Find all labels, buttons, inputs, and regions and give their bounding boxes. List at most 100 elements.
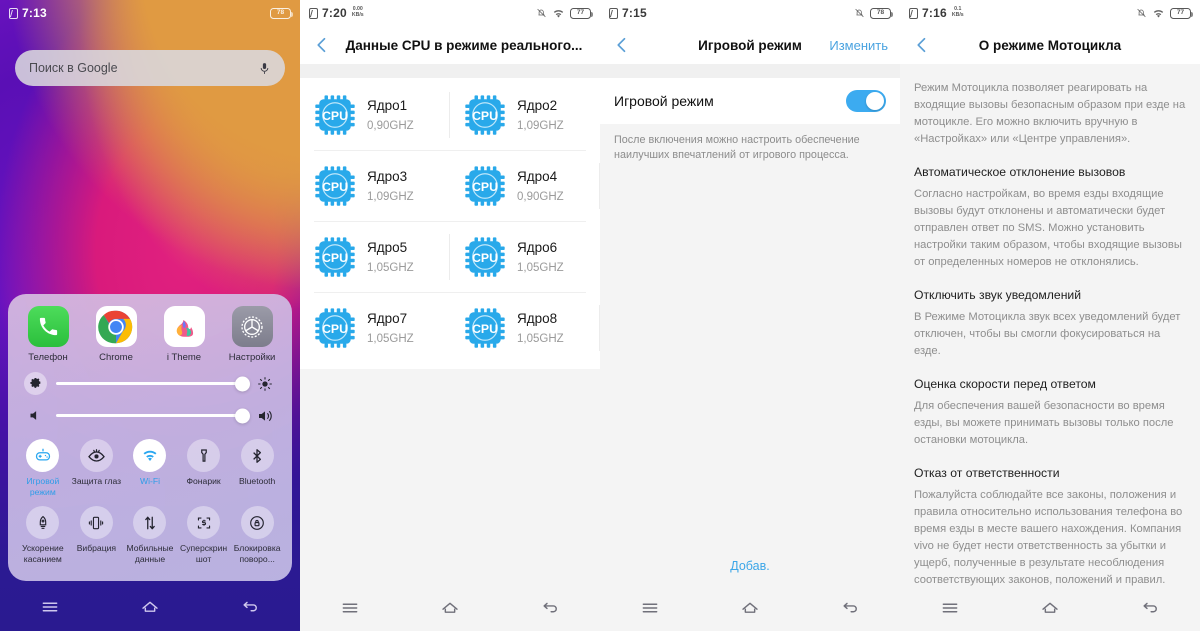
notifications-muted-icon (1136, 7, 1147, 19)
volume-slider-track[interactable] (56, 408, 250, 423)
cpu-core-item: CPU Ядро2 1,09GHZ (450, 80, 600, 150)
back-icon[interactable] (1140, 598, 1160, 623)
tile-label: Вибрация (76, 543, 117, 553)
cpu-core-text: Ядро3 1,09GHZ (367, 169, 414, 203)
cpu-core-text: Ядро5 1,05GHZ (367, 240, 414, 274)
back-icon[interactable] (840, 598, 860, 623)
add-button[interactable]: Добав. (600, 547, 900, 589)
tile-flashlight[interactable]: Фонарик (177, 439, 231, 497)
section-heading: Отказ от ответственности (914, 466, 1060, 480)
back-icon[interactable] (240, 597, 260, 622)
back-chevron-icon[interactable] (912, 35, 932, 55)
tile-label: Фонарик (186, 476, 221, 486)
motorcycle-sections: Автоматическое отклонение вызовов Согласн… (914, 165, 1186, 606)
empty-content-area (600, 177, 900, 547)
menu-icon[interactable] (40, 597, 60, 622)
status-left: 7:20 0.00 KB/s (309, 6, 364, 20)
chrome-app-icon (95, 306, 137, 347)
cpu-core-text: Ядро6 1,05GHZ (517, 240, 564, 274)
tile-mobile-data[interactable]: Мобильные данные (123, 506, 177, 564)
phone-app-icon (27, 306, 69, 347)
home-icon[interactable] (740, 598, 760, 623)
cpu-chip-icon: CPU (315, 308, 355, 348)
svg-text:CPU: CPU (472, 109, 498, 123)
volume-slider-row[interactable] (14, 395, 286, 427)
google-search-bar[interactable]: Поиск в Google (15, 50, 285, 86)
status-left: 7:13 (9, 6, 47, 20)
battery-icon: 77 (570, 7, 594, 19)
cpu-core-frequency: 1,05GHZ (517, 262, 564, 274)
tile-bluetooth[interactable]: Bluetooth (230, 439, 284, 497)
svg-text:CPU: CPU (472, 180, 498, 194)
cpu-chip-icon: CPU (465, 95, 505, 135)
section-body: В Режиме Мотоцикла звук всех уведомлений… (914, 311, 1181, 357)
cpu-core-item: CPU Ядро8 1,05GHZ (450, 293, 600, 363)
tile-label: Блокировка поворо... (233, 543, 281, 564)
cpu-core-list: CPU Ядро1 0,90GHZ CPU Ядро2 1,09GHZ CPU (300, 78, 600, 369)
home-icon[interactable] (440, 598, 460, 623)
back-chevron-icon[interactable] (312, 35, 332, 55)
network-speed-unit: KB/s (951, 12, 964, 18)
status-bar-cpu: 7:20 0.00 KB/s 77 (300, 0, 600, 26)
cpu-chip-icon: CPU (465, 237, 505, 277)
volume-slider-knob[interactable] (235, 408, 250, 423)
section-body: Согласно настройкам, во время езды входя… (914, 188, 1182, 268)
back-icon[interactable] (540, 598, 560, 623)
cpu-core-frequency: 1,05GHZ (367, 333, 414, 345)
game-mode-icon (26, 439, 60, 472)
app-shortcut-itheme[interactable]: i Theme (150, 306, 218, 363)
menu-icon[interactable] (640, 598, 660, 623)
svg-text:CPU: CPU (322, 109, 348, 123)
app-bar-cpu: Данные CPU в режиме реального... (300, 26, 600, 64)
microphone-icon[interactable] (258, 60, 271, 77)
tile-game-mode[interactable]: Игровой режим (16, 439, 70, 497)
status-bar-game: 7:15 78 (600, 0, 900, 26)
status-right: 77 (536, 7, 594, 19)
brightness-slider-row[interactable] (14, 363, 286, 395)
cpu-core-item: CPU Ядро7 1,05GHZ (300, 293, 450, 363)
brightness-slider-track[interactable] (56, 376, 250, 391)
menu-icon[interactable] (940, 598, 960, 623)
game-mode-toggle-row[interactable]: Игровой режим (600, 78, 900, 124)
section-body: Для обеспечения вашей безопасности во вр… (914, 400, 1174, 446)
section-gap (600, 64, 900, 78)
game-mode-toggle[interactable] (846, 90, 886, 112)
brightness-slider-knob[interactable] (235, 376, 250, 391)
status-time: 7:20 (322, 6, 347, 20)
bluetooth-icon (240, 439, 274, 472)
tile-label: Защита глаз (71, 476, 122, 486)
menu-icon[interactable] (340, 598, 360, 623)
app-shortcut-phone[interactable]: Телефон (14, 306, 82, 363)
section-gap (300, 64, 600, 78)
cpu-chip-icon: CPU (315, 95, 355, 135)
home-icon[interactable] (140, 597, 160, 622)
tile-super-screenshot[interactable]: Суперскриншот (177, 506, 231, 564)
gear-icon[interactable] (24, 372, 47, 395)
settings-app-icon (231, 306, 273, 347)
cpu-core-name: Ядро6 (517, 240, 558, 255)
status-bar-moto: 7:16 0.1 KB/s 77 (900, 0, 1200, 26)
control-center-apps: Телефон Chrome i Theme Настройки (14, 306, 286, 363)
cpu-core-name: Ядро5 (367, 240, 408, 255)
back-chevron-icon[interactable] (612, 35, 632, 55)
tile-wifi[interactable]: Wi-Fi (123, 439, 177, 497)
navigation-bar-moto (900, 589, 1200, 631)
cpu-chip-icon: CPU (315, 237, 355, 277)
page-title: Данные CPU в режиме реального... (345, 37, 583, 53)
app-label: Chrome (99, 352, 133, 363)
app-label: Настройки (228, 352, 276, 363)
sim-card-icon (909, 7, 918, 19)
edit-button[interactable]: Изменить (829, 38, 888, 53)
page-title: О режиме Мотоцикла (978, 37, 1122, 53)
app-shortcut-chrome[interactable]: Chrome (82, 306, 150, 363)
app-shortcut-settings[interactable]: Настройки (218, 306, 286, 363)
tile-eye-protection[interactable]: Защита глаз (70, 439, 124, 497)
battery-level: 77 (576, 8, 585, 16)
toggle-knob (866, 92, 884, 110)
tile-touch-boost[interactable]: Ускорение касанием (16, 506, 70, 564)
tile-vibration[interactable]: Вибрация (70, 506, 124, 564)
app-label: i Theme (166, 352, 202, 363)
tile-rotation-lock[interactable]: Блокировка поворо... (230, 506, 284, 564)
home-icon[interactable] (1040, 598, 1060, 623)
cpu-core-item: CPU Ядро4 0,90GHZ (450, 151, 600, 221)
